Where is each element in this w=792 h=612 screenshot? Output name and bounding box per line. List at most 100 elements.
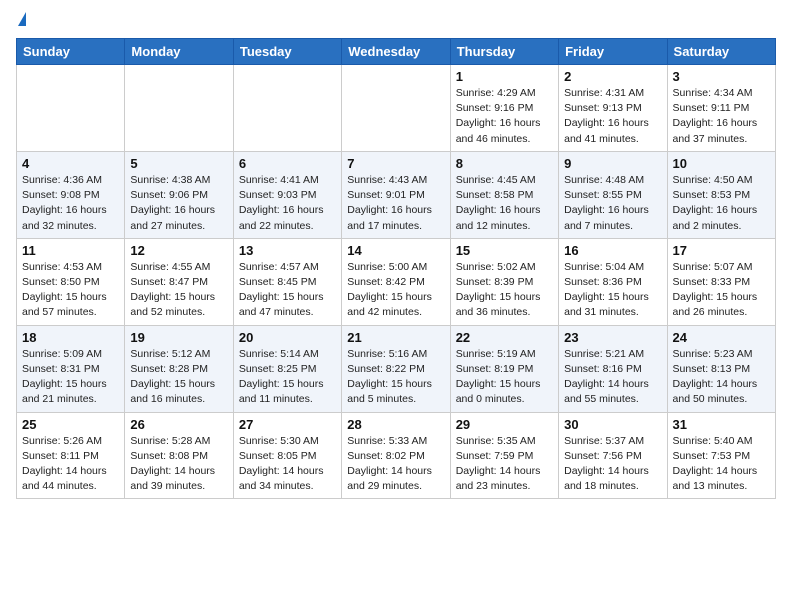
day-number: 7 xyxy=(347,156,444,171)
calendar-cell xyxy=(125,65,233,152)
calendar-cell: 4 Sunrise: 4:36 AM Sunset: 9:08 PM Daylig… xyxy=(17,151,125,238)
day-info: Sunrise: 4:36 AM Sunset: 9:08 PM Dayligh… xyxy=(22,173,119,234)
column-header-sunday: Sunday xyxy=(17,39,125,65)
day-number: 26 xyxy=(130,417,227,432)
day-info: Sunrise: 4:50 AM Sunset: 8:53 PM Dayligh… xyxy=(673,173,770,234)
day-number: 21 xyxy=(347,330,444,345)
day-info: Sunrise: 4:48 AM Sunset: 8:55 PM Dayligh… xyxy=(564,173,661,234)
day-info: Sunrise: 5:16 AM Sunset: 8:22 PM Dayligh… xyxy=(347,347,444,408)
column-header-saturday: Saturday xyxy=(667,39,775,65)
calendar-cell: 19 Sunrise: 5:12 AM Sunset: 8:28 PM Dayli… xyxy=(125,325,233,412)
column-header-tuesday: Tuesday xyxy=(233,39,341,65)
day-info: Sunrise: 5:12 AM Sunset: 8:28 PM Dayligh… xyxy=(130,347,227,408)
day-number: 19 xyxy=(130,330,227,345)
calendar-week-row: 25 Sunrise: 5:26 AM Sunset: 8:11 PM Dayli… xyxy=(17,412,776,499)
page-header xyxy=(16,16,776,26)
day-info: Sunrise: 5:23 AM Sunset: 8:13 PM Dayligh… xyxy=(673,347,770,408)
day-info: Sunrise: 5:19 AM Sunset: 8:19 PM Dayligh… xyxy=(456,347,553,408)
day-number: 16 xyxy=(564,243,661,258)
day-number: 20 xyxy=(239,330,336,345)
day-info: Sunrise: 5:07 AM Sunset: 8:33 PM Dayligh… xyxy=(673,260,770,321)
day-number: 25 xyxy=(22,417,119,432)
calendar-cell: 23 Sunrise: 5:21 AM Sunset: 8:16 PM Dayli… xyxy=(559,325,667,412)
calendar-cell: 7 Sunrise: 4:43 AM Sunset: 9:01 PM Daylig… xyxy=(342,151,450,238)
day-number: 9 xyxy=(564,156,661,171)
day-info: Sunrise: 4:45 AM Sunset: 8:58 PM Dayligh… xyxy=(456,173,553,234)
calendar-cell: 2 Sunrise: 4:31 AM Sunset: 9:13 PM Daylig… xyxy=(559,65,667,152)
calendar-cell: 18 Sunrise: 5:09 AM Sunset: 8:31 PM Dayli… xyxy=(17,325,125,412)
day-info: Sunrise: 5:02 AM Sunset: 8:39 PM Dayligh… xyxy=(456,260,553,321)
calendar-cell: 11Sunrise: 4:53 AM Sunset: 8:50 PM Dayli… xyxy=(17,238,125,325)
day-info: Sunrise: 4:41 AM Sunset: 9:03 PM Dayligh… xyxy=(239,173,336,234)
logo-triangle-icon xyxy=(18,12,26,26)
day-number: 2 xyxy=(564,69,661,84)
calendar-cell: 31 Sunrise: 5:40 AM Sunset: 7:53 PM Dayli… xyxy=(667,412,775,499)
calendar-cell: 14 Sunrise: 5:00 AM Sunset: 8:42 PM Dayli… xyxy=(342,238,450,325)
day-info: Sunrise: 5:40 AM Sunset: 7:53 PM Dayligh… xyxy=(673,434,770,495)
day-info: Sunrise: 4:31 AM Sunset: 9:13 PM Dayligh… xyxy=(564,86,661,147)
calendar-cell: 12 Sunrise: 4:55 AM Sunset: 8:47 PM Dayli… xyxy=(125,238,233,325)
calendar-cell: 1Sunrise: 4:29 AM Sunset: 9:16 PM Daylig… xyxy=(450,65,558,152)
day-info: Sunrise: 5:28 AM Sunset: 8:08 PM Dayligh… xyxy=(130,434,227,495)
calendar-week-row: 1Sunrise: 4:29 AM Sunset: 9:16 PM Daylig… xyxy=(17,65,776,152)
calendar-cell: 9 Sunrise: 4:48 AM Sunset: 8:55 PM Daylig… xyxy=(559,151,667,238)
calendar-header-row: SundayMondayTuesdayWednesdayThursdayFrid… xyxy=(17,39,776,65)
calendar-cell: 26 Sunrise: 5:28 AM Sunset: 8:08 PM Dayli… xyxy=(125,412,233,499)
day-number: 6 xyxy=(239,156,336,171)
column-header-wednesday: Wednesday xyxy=(342,39,450,65)
day-info: Sunrise: 4:34 AM Sunset: 9:11 PM Dayligh… xyxy=(673,86,770,147)
calendar-table: SundayMondayTuesdayWednesdayThursdayFrid… xyxy=(16,38,776,499)
calendar-cell xyxy=(17,65,125,152)
day-number: 5 xyxy=(130,156,227,171)
day-number: 10 xyxy=(673,156,770,171)
calendar-cell: 22 Sunrise: 5:19 AM Sunset: 8:19 PM Dayli… xyxy=(450,325,558,412)
day-info: Sunrise: 5:21 AM Sunset: 8:16 PM Dayligh… xyxy=(564,347,661,408)
day-number: 18 xyxy=(22,330,119,345)
day-number: 23 xyxy=(564,330,661,345)
calendar-cell: 28Sunrise: 5:33 AM Sunset: 8:02 PM Dayli… xyxy=(342,412,450,499)
calendar-cell xyxy=(233,65,341,152)
day-number: 12 xyxy=(130,243,227,258)
logo xyxy=(16,16,26,26)
calendar-cell: 30Sunrise: 5:37 AM Sunset: 7:56 PM Dayli… xyxy=(559,412,667,499)
day-info: Sunrise: 4:55 AM Sunset: 8:47 PM Dayligh… xyxy=(130,260,227,321)
day-info: Sunrise: 5:33 AM Sunset: 8:02 PM Dayligh… xyxy=(347,434,444,495)
calendar-cell: 25 Sunrise: 5:26 AM Sunset: 8:11 PM Dayli… xyxy=(17,412,125,499)
calendar-cell: 24 Sunrise: 5:23 AM Sunset: 8:13 PM Dayli… xyxy=(667,325,775,412)
day-info: Sunrise: 4:43 AM Sunset: 9:01 PM Dayligh… xyxy=(347,173,444,234)
calendar-week-row: 11Sunrise: 4:53 AM Sunset: 8:50 PM Dayli… xyxy=(17,238,776,325)
day-number: 29 xyxy=(456,417,553,432)
day-info: Sunrise: 4:57 AM Sunset: 8:45 PM Dayligh… xyxy=(239,260,336,321)
day-number: 4 xyxy=(22,156,119,171)
day-info: Sunrise: 5:14 AM Sunset: 8:25 PM Dayligh… xyxy=(239,347,336,408)
day-info: Sunrise: 5:09 AM Sunset: 8:31 PM Dayligh… xyxy=(22,347,119,408)
calendar-cell: 29 Sunrise: 5:35 AM Sunset: 7:59 PM Dayli… xyxy=(450,412,558,499)
day-number: 15 xyxy=(456,243,553,258)
calendar-cell: 5Sunrise: 4:38 AM Sunset: 9:06 PM Daylig… xyxy=(125,151,233,238)
day-number: 13 xyxy=(239,243,336,258)
calendar-cell: 16 Sunrise: 5:04 AM Sunset: 8:36 PM Dayli… xyxy=(559,238,667,325)
day-number: 24 xyxy=(673,330,770,345)
column-header-friday: Friday xyxy=(559,39,667,65)
calendar-week-row: 4 Sunrise: 4:36 AM Sunset: 9:08 PM Daylig… xyxy=(17,151,776,238)
calendar-cell: 13 Sunrise: 4:57 AM Sunset: 8:45 PM Dayli… xyxy=(233,238,341,325)
calendar-cell: 20 Sunrise: 5:14 AM Sunset: 8:25 PM Dayli… xyxy=(233,325,341,412)
day-info: Sunrise: 5:00 AM Sunset: 8:42 PM Dayligh… xyxy=(347,260,444,321)
day-number: 11 xyxy=(22,243,119,258)
column-header-thursday: Thursday xyxy=(450,39,558,65)
day-number: 22 xyxy=(456,330,553,345)
calendar-cell xyxy=(342,65,450,152)
day-info: Sunrise: 4:29 AM Sunset: 9:16 PM Dayligh… xyxy=(456,86,553,147)
day-info: Sunrise: 5:35 AM Sunset: 7:59 PM Dayligh… xyxy=(456,434,553,495)
day-info: Sunrise: 5:04 AM Sunset: 8:36 PM Dayligh… xyxy=(564,260,661,321)
calendar-week-row: 18 Sunrise: 5:09 AM Sunset: 8:31 PM Dayli… xyxy=(17,325,776,412)
day-info: Sunrise: 5:26 AM Sunset: 8:11 PM Dayligh… xyxy=(22,434,119,495)
day-number: 14 xyxy=(347,243,444,258)
calendar-cell: 15 Sunrise: 5:02 AM Sunset: 8:39 PM Dayli… xyxy=(450,238,558,325)
day-number: 27 xyxy=(239,417,336,432)
day-number: 31 xyxy=(673,417,770,432)
column-header-monday: Monday xyxy=(125,39,233,65)
calendar-cell: 27Sunrise: 5:30 AM Sunset: 8:05 PM Dayli… xyxy=(233,412,341,499)
calendar-cell: 8Sunrise: 4:45 AM Sunset: 8:58 PM Daylig… xyxy=(450,151,558,238)
calendar-cell: 17Sunrise: 5:07 AM Sunset: 8:33 PM Dayli… xyxy=(667,238,775,325)
